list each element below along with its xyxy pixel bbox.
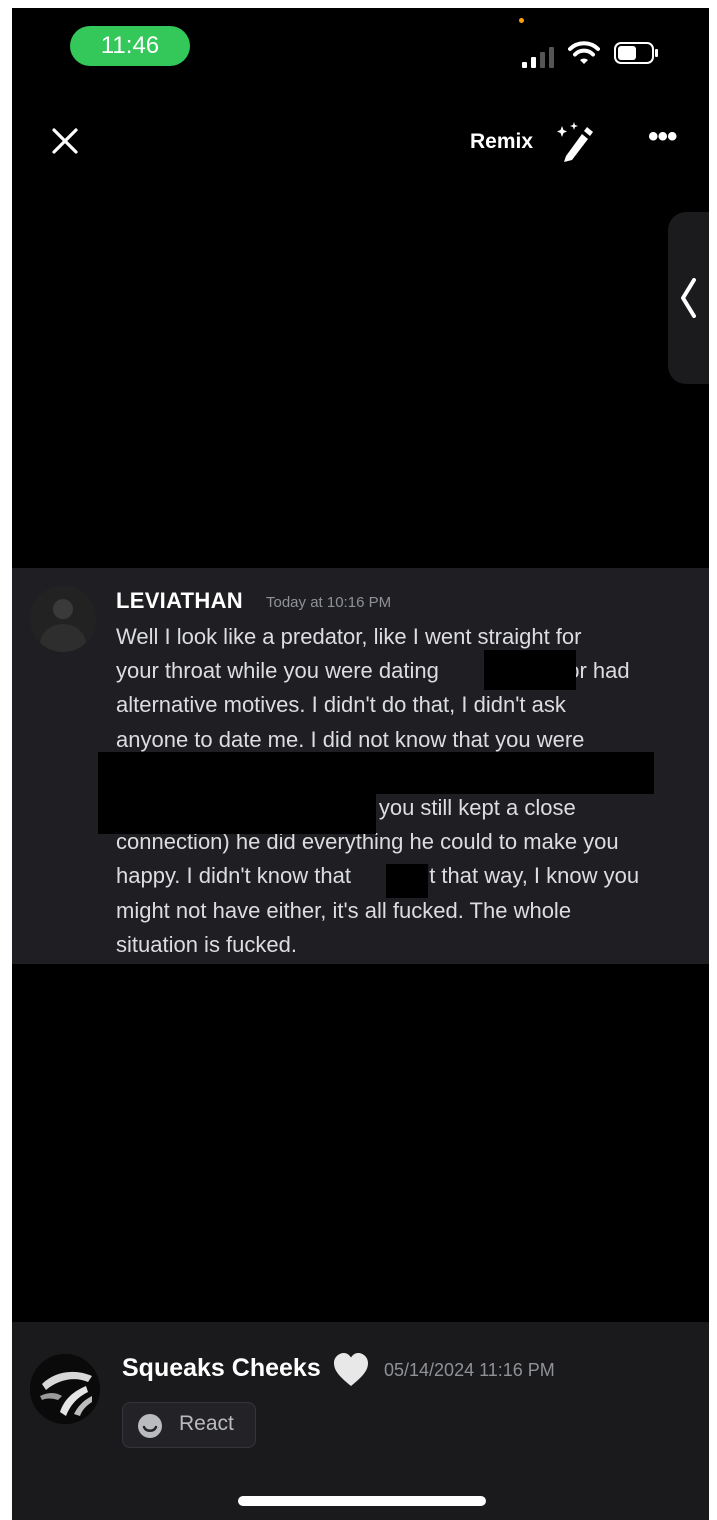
- side-panel-handle[interactable]: [668, 212, 709, 384]
- react-button[interactable]: React: [122, 1402, 256, 1448]
- status-time: 11:46: [70, 26, 190, 66]
- message-panel: LEVIATHAN Today at 10:16 PM Well I look …: [12, 568, 709, 964]
- battery-icon: [614, 42, 658, 64]
- redaction-box: [98, 752, 654, 794]
- heart-icon: [334, 1353, 368, 1386]
- wifi-icon: [568, 41, 600, 64]
- message-timestamp: Today at 10:16 PM: [266, 594, 392, 611]
- privacy-indicator: [519, 18, 524, 23]
- author-name[interactable]: Squeaks Cheeks: [122, 1354, 321, 1383]
- post-footer: Squeaks Cheeks 05/14/2024 11:16 PM React: [12, 1322, 709, 1520]
- home-indicator[interactable]: [238, 1496, 486, 1506]
- screen: 11:46 Remix ••• LEVIATHAN Today at 10:16…: [12, 8, 709, 1520]
- redaction-box: [386, 864, 428, 898]
- message-line: Well I look like a predator, like I went…: [116, 624, 582, 649]
- redaction-box: [98, 794, 376, 834]
- cellular-signal-icon: [522, 46, 558, 68]
- message-line: situation is fucked.: [116, 931, 297, 957]
- post-timestamp: 05/14/2024 11:16 PM: [384, 1360, 555, 1380]
- smiley-icon: [138, 1414, 162, 1438]
- magic-pencil-icon[interactable]: [552, 120, 596, 164]
- avatar[interactable]: [30, 1354, 100, 1424]
- message-line: your throat while you were dating or had: [116, 658, 630, 684]
- close-icon[interactable]: [50, 126, 80, 156]
- more-options-button[interactable]: •••: [648, 122, 684, 156]
- message-author: LEVIATHAN: [116, 588, 243, 613]
- message-line: might not have either, it's all fucked. …: [116, 897, 572, 923]
- message-line: alternative motives. I didn't do that, I…: [116, 692, 566, 718]
- chevron-left-icon: [681, 278, 696, 318]
- remix-button[interactable]: Remix: [470, 128, 533, 156]
- redaction-box: [484, 650, 576, 690]
- react-label: React: [179, 1412, 234, 1435]
- avatar: [30, 586, 96, 652]
